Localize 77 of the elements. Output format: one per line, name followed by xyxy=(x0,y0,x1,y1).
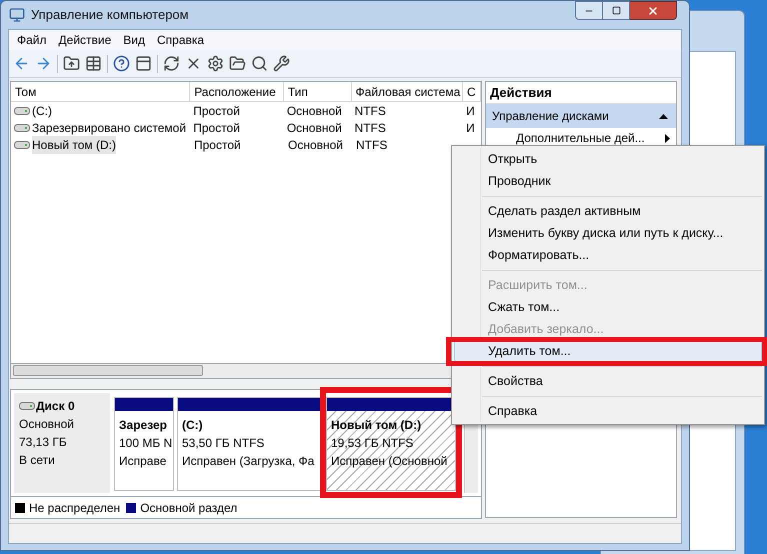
disk-name: Диск 0 xyxy=(36,398,75,415)
disk-type: Основной xyxy=(19,416,76,433)
partition-status: Исправе xyxy=(119,453,168,470)
partition[interactable]: Зарезер 100 МБ N Исправе xyxy=(114,397,174,491)
table-cell-text: Простой xyxy=(193,120,240,136)
context-menu-item[interactable]: Сделать раздел активным xyxy=(454,200,762,222)
partition-status: Исправен (Загрузка, Фа xyxy=(182,453,316,470)
panel-icon[interactable] xyxy=(135,55,152,72)
table-cell-text: Простой xyxy=(194,136,241,154)
search-icon[interactable] xyxy=(251,55,268,72)
back-icon[interactable] xyxy=(13,55,30,72)
menu-item[interactable]: Файл xyxy=(11,31,53,49)
refresh-icon[interactable] xyxy=(163,55,180,72)
disk-size: 73,13 ГБ xyxy=(19,434,68,451)
close-icon xyxy=(647,4,659,16)
column-header[interactable]: Файловая система xyxy=(352,82,464,101)
table-cell-text: Зарезервировано системой xyxy=(32,120,186,136)
drive-icon xyxy=(14,122,30,132)
folder-icon[interactable] xyxy=(229,55,246,72)
actions-section[interactable]: Управление дисками xyxy=(486,104,676,128)
legend-label: Основной раздел xyxy=(140,500,238,516)
context-menu-item[interactable]: Изменить букву диска или путь к диску... xyxy=(454,222,762,244)
disk-status: В сети xyxy=(19,452,56,469)
drive-icon xyxy=(14,106,30,116)
column-header[interactable]: С xyxy=(463,82,481,101)
table-cell-text: Простой xyxy=(193,102,240,120)
window-title: Управление компьютером xyxy=(31,6,189,24)
wrench-icon[interactable] xyxy=(273,55,290,72)
partition[interactable]: (C:) 53,50 ГБ NTFS Исправен (Загрузка, Фа xyxy=(177,397,323,491)
partition-name: Новый том (D:) xyxy=(331,417,422,434)
partition[interactable]: Новый том (D:) 19,53 ГБ NTFS Исправен (Основной xyxy=(326,397,456,491)
context-menu-item[interactable]: Свойства xyxy=(454,370,762,392)
partition-name: Зарезер xyxy=(119,417,168,434)
drive-icon xyxy=(19,401,35,411)
table-row[interactable]: (C:) Простой Основной NTFS И xyxy=(11,102,481,119)
table-cell-text: NTFS xyxy=(356,136,388,154)
folder-up-icon[interactable] xyxy=(63,55,80,72)
column-header[interactable]: Расположение xyxy=(190,82,284,101)
legend-label: Не распределен xyxy=(29,500,120,516)
forward-icon[interactable] xyxy=(35,55,52,72)
table-cell-text: NTFS xyxy=(354,120,386,136)
partition-name: (C:) xyxy=(182,417,204,434)
column-header[interactable]: Тип xyxy=(284,82,352,101)
partition-status: Исправен (Основной xyxy=(331,453,448,470)
partition-size: 19,53 ГБ NTFS xyxy=(331,435,414,452)
table-cell-text: И xyxy=(466,102,475,120)
context-menu-item[interactable]: Сжать том... xyxy=(454,296,762,318)
settings-icon[interactable] xyxy=(207,55,224,72)
context-menu-item[interactable]: Проводник xyxy=(454,170,762,192)
menu-item[interactable]: Вид xyxy=(117,31,151,49)
table-cell-text: NTFS xyxy=(354,102,386,120)
drive-icon xyxy=(14,140,30,150)
table-cell-text: Основной xyxy=(288,136,344,154)
table-cell-text: И xyxy=(466,120,475,136)
table-icon[interactable] xyxy=(85,55,102,72)
actions-item[interactable]: Дополнительные дей... xyxy=(486,128,676,148)
submenu-arrow-icon xyxy=(665,134,670,142)
maximize-icon xyxy=(612,6,620,15)
collapse-icon xyxy=(659,114,668,118)
maximize-button[interactable] xyxy=(603,1,630,20)
close-button[interactable] xyxy=(630,1,677,20)
minimize-button[interactable] xyxy=(575,1,603,20)
app-icon xyxy=(9,7,25,23)
table-row[interactable]: Зарезервировано системой Простой Основной NTFS И xyxy=(11,119,481,136)
help-icon[interactable] xyxy=(113,55,130,72)
table-cell-text: Основной xyxy=(286,120,342,136)
menu-item[interactable]: Справка xyxy=(151,31,210,49)
table-cell-text: Основной xyxy=(286,102,342,120)
context-menu-item[interactable]: Форматировать... xyxy=(454,244,762,266)
partition-header-bar xyxy=(115,398,173,411)
partition-size: 53,50 ГБ NTFS xyxy=(182,435,266,452)
context-menu-item[interactable]: Справка xyxy=(454,400,762,422)
partition-size: 100 МБ N xyxy=(119,435,169,452)
menu-item[interactable]: Действие xyxy=(52,31,118,49)
table-cell-text: (C:) xyxy=(32,102,52,120)
column-header[interactable]: Том xyxy=(11,82,190,101)
table-cell: Новый том (D:) xyxy=(32,136,116,154)
